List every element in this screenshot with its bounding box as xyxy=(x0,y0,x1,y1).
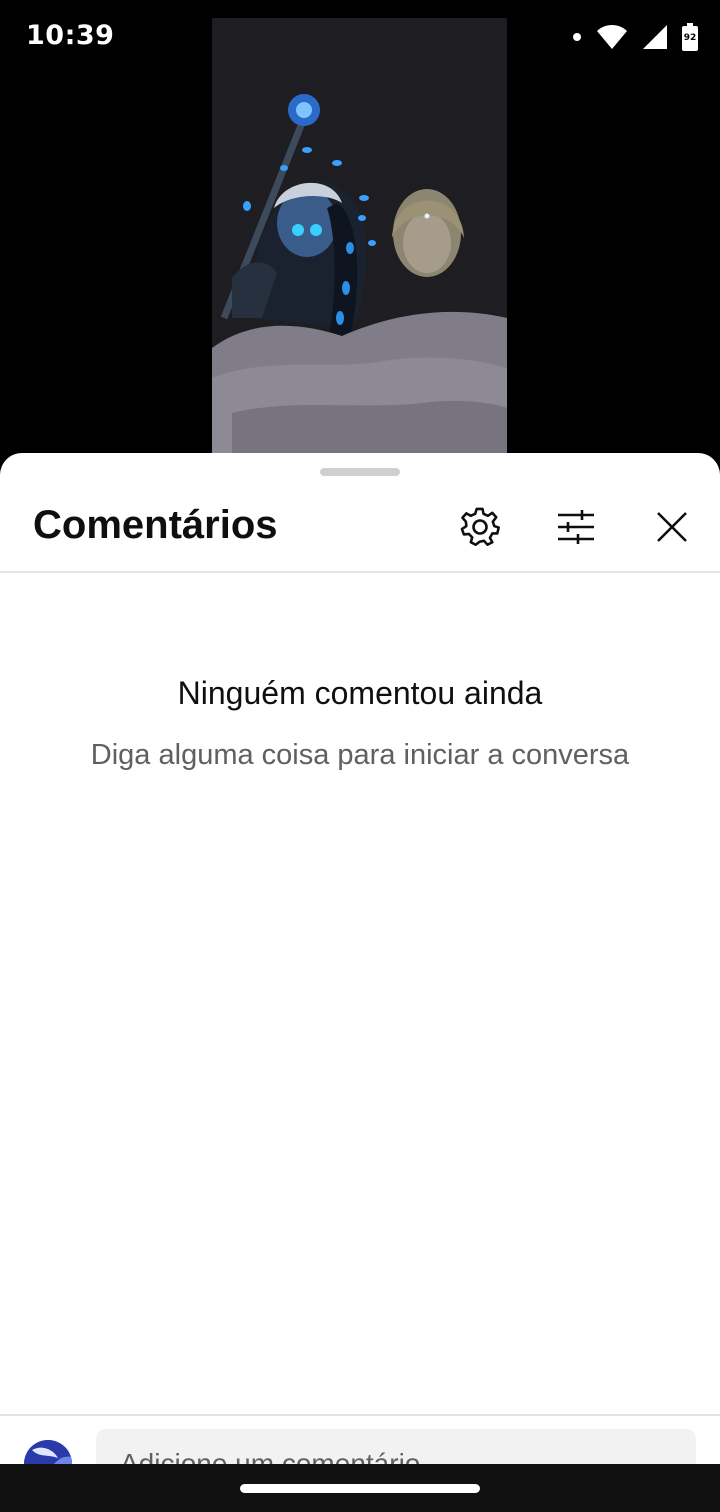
battery-icon: 92 xyxy=(682,23,698,51)
settings-button[interactable] xyxy=(456,503,504,551)
drag-handle[interactable] xyxy=(320,468,400,476)
sliders-icon xyxy=(558,510,594,544)
filter-button[interactable] xyxy=(552,503,600,551)
close-button[interactable] xyxy=(648,503,696,551)
status-icons: 92 xyxy=(572,22,698,52)
video-player[interactable] xyxy=(212,18,507,454)
close-icon xyxy=(657,512,687,542)
sheet-title: Comentários xyxy=(33,503,278,547)
notification-dot-icon xyxy=(573,33,581,41)
battery-level: 92 xyxy=(683,33,697,43)
video-artwork xyxy=(212,18,507,454)
empty-state-title: Ninguém comentou ainda xyxy=(177,675,543,711)
empty-state-subtitle: Diga alguma coisa para iniciar a convers… xyxy=(90,739,630,771)
home-indicator[interactable] xyxy=(240,1484,480,1493)
status-time: 10:39 xyxy=(26,20,115,51)
sheet-header: Comentários xyxy=(0,483,720,573)
wifi-icon xyxy=(597,25,627,49)
navigation-bar xyxy=(0,1464,720,1512)
gear-icon xyxy=(460,507,500,546)
comments-sheet: Comentários Ninguém comentou ainda Diga … xyxy=(0,453,720,1512)
cell-signal-icon xyxy=(643,25,667,49)
